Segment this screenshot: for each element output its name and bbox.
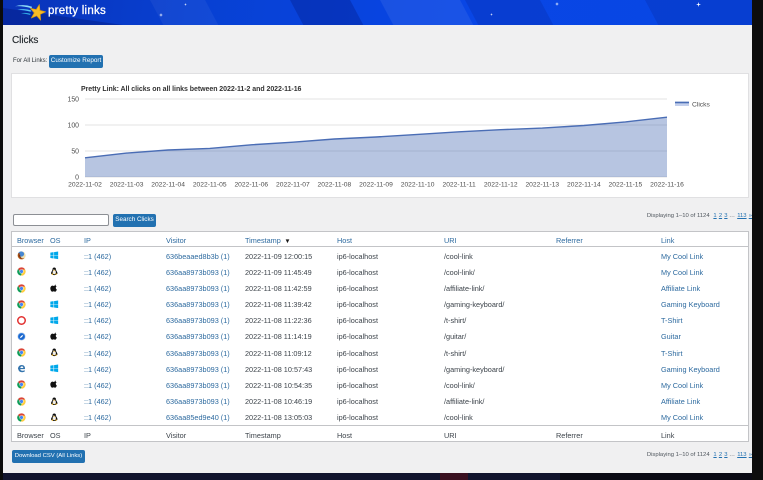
svg-text:Pretty Link: All clicks on all: Pretty Link: All clicks on all links bet… xyxy=(81,86,302,93)
svg-text:2022-11-05: 2022-11-05 xyxy=(193,182,227,189)
svg-text:2022-11-12: 2022-11-12 xyxy=(484,182,518,189)
svg-text:2022-11-15: 2022-11-15 xyxy=(609,182,643,189)
svg-text:Clicks: Clicks xyxy=(692,102,710,109)
svg-text:2022-11-09: 2022-11-09 xyxy=(359,182,393,189)
svg-text:2022-11-02: 2022-11-02 xyxy=(68,182,102,189)
svg-text:2022-11-14: 2022-11-14 xyxy=(567,182,601,189)
svg-text:2022-11-04: 2022-11-04 xyxy=(151,182,185,189)
svg-text:2022-11-06: 2022-11-06 xyxy=(234,182,268,189)
svg-text:100: 100 xyxy=(68,123,80,130)
svg-text:2022-11-16: 2022-11-16 xyxy=(650,182,684,189)
svg-text:2022-11-03: 2022-11-03 xyxy=(110,182,144,189)
svg-text:150: 150 xyxy=(68,97,80,104)
svg-text:2022-11-11: 2022-11-11 xyxy=(442,182,475,189)
svg-text:50: 50 xyxy=(71,149,79,156)
svg-text:2022-11-13: 2022-11-13 xyxy=(525,182,559,189)
svg-text:2022-11-07: 2022-11-07 xyxy=(276,182,310,189)
svg-text:2022-11-08: 2022-11-08 xyxy=(318,182,352,189)
svg-text:2022-11-10: 2022-11-10 xyxy=(401,182,435,189)
